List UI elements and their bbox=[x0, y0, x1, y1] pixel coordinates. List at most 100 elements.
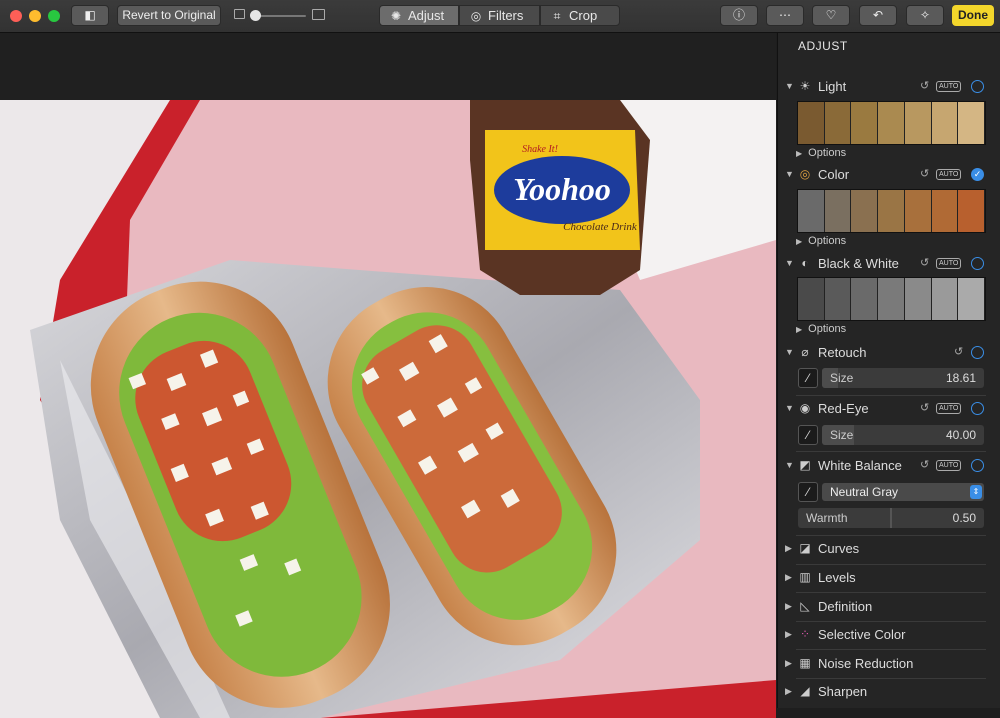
warmth-slider-indicator[interactable] bbox=[890, 508, 892, 528]
disclosure-right-icon[interactable]: ▶ bbox=[785, 629, 792, 640]
section-color-label: Color bbox=[818, 167, 850, 182]
wb-mode-select[interactable]: Neutral Gray ⇕ bbox=[822, 483, 984, 501]
adjust-dial-icon: ✺ bbox=[390, 9, 402, 23]
section-curves-header[interactable]: ▶ ◪ Curves bbox=[778, 539, 1000, 561]
enable-toggle-checked[interactable]: ✓ bbox=[971, 168, 984, 181]
eyedropper-icon: ⁄ bbox=[806, 485, 809, 499]
disclosure-right-icon: ▶ bbox=[796, 237, 803, 246]
redeye-brush-tool[interactable]: ⁄ bbox=[798, 425, 818, 445]
bw-options-toggle[interactable]: ▶ Options bbox=[796, 323, 846, 335]
section-noise-reduction-header[interactable]: ▶ ▦ Noise Reduction bbox=[778, 654, 1000, 676]
section-light-label: Light bbox=[818, 79, 847, 94]
disclosure-right-icon[interactable]: ▶ bbox=[785, 601, 792, 612]
section-selective-color-header[interactable]: ▶ ⁘ Selective Color bbox=[778, 625, 1000, 647]
warmth-value: 0.50 bbox=[952, 511, 976, 525]
redeye-size-slider[interactable]: Size 40.00 bbox=[822, 425, 984, 445]
warmth-slider[interactable]: Warmth 0.50 bbox=[798, 508, 984, 528]
section-definition-label: Definition bbox=[818, 599, 873, 614]
section-light-header[interactable]: ▼ ☀ Light ↺ AUTO bbox=[778, 77, 1000, 99]
size-label: Size bbox=[830, 371, 854, 385]
auto-button[interactable]: AUTO bbox=[936, 460, 962, 471]
reset-icon[interactable]: ↺ bbox=[920, 256, 929, 269]
reset-icon[interactable]: ↺ bbox=[954, 345, 963, 358]
section-redeye-label: Red-Eye bbox=[818, 401, 869, 416]
section-curves-label: Curves bbox=[818, 541, 860, 556]
eyedropper-tool[interactable]: ⁄ bbox=[798, 482, 818, 502]
auto-button[interactable]: AUTO bbox=[936, 258, 962, 269]
revert-to-original-button[interactable]: Revert to Original bbox=[117, 5, 221, 26]
section-levels-header[interactable]: ▶ ▥ Levels bbox=[778, 568, 1000, 590]
light-options-toggle[interactable]: ▶ Options bbox=[796, 147, 846, 159]
disclosure-right-icon[interactable]: ▶ bbox=[785, 658, 792, 669]
disclosure-triangle-icon[interactable]: ▼ bbox=[785, 169, 794, 179]
split-view-button[interactable]: ◧ bbox=[71, 5, 109, 26]
favorite-button[interactable]: ♡ bbox=[812, 5, 850, 26]
enable-toggle[interactable] bbox=[971, 80, 984, 93]
rotate-button[interactable]: ↶ bbox=[859, 5, 897, 26]
levels-histogram-icon: ▥ bbox=[799, 570, 811, 584]
disclosure-triangle-icon[interactable]: ▼ bbox=[785, 347, 794, 357]
retouch-brush-tool[interactable]: ⁄ bbox=[798, 368, 818, 388]
zoom-slider[interactable] bbox=[250, 10, 306, 21]
light-thumbnail-strip[interactable] bbox=[797, 101, 986, 145]
more-options-button[interactable]: ⋯ bbox=[766, 5, 804, 26]
enable-toggle[interactable] bbox=[971, 459, 984, 472]
section-sharpen-header[interactable]: ▶ ◢ Sharpen bbox=[778, 682, 1000, 704]
section-definition-header[interactable]: ▶ ◺ Definition bbox=[778, 597, 1000, 619]
done-button[interactable]: Done bbox=[952, 5, 994, 26]
filters-icon: ◎ bbox=[470, 9, 482, 23]
disclosure-right-icon[interactable]: ▶ bbox=[785, 543, 792, 554]
info-button[interactable]: ⓘ bbox=[720, 5, 758, 26]
info-icon: ⓘ bbox=[732, 8, 745, 22]
crop-icon: ⌗ bbox=[553, 9, 561, 23]
zoom-window-button[interactable] bbox=[48, 10, 60, 22]
enable-toggle[interactable] bbox=[971, 346, 984, 359]
close-window-button[interactable] bbox=[10, 10, 22, 22]
color-options-toggle[interactable]: ▶ Options bbox=[796, 235, 846, 247]
split-view-icon: ◧ bbox=[84, 8, 96, 22]
bw-thumbnail-strip[interactable] bbox=[797, 277, 986, 321]
adjust-sidebar: ADJUST ▼ ☀ Light ↺ AUTO ▶ Options ▼ ◎ Col… bbox=[777, 33, 1000, 708]
disclosure-triangle-icon[interactable]: ▼ bbox=[785, 460, 794, 470]
size-value: 40.00 bbox=[945, 428, 976, 442]
bottle-tagline-text: Shake It! bbox=[522, 144, 558, 155]
section-sharpen-label: Sharpen bbox=[818, 684, 868, 699]
zoom-slider-knob[interactable] bbox=[250, 10, 261, 21]
disclosure-triangle-icon[interactable]: ▼ bbox=[785, 258, 794, 268]
tab-crop[interactable]: ⌗ Crop bbox=[540, 5, 620, 26]
section-retouch-header[interactable]: ▼ ⌀ Retouch ↺ bbox=[778, 343, 1000, 365]
enable-toggle[interactable] bbox=[971, 402, 984, 415]
auto-enhance-button[interactable]: ✧ bbox=[906, 5, 944, 26]
size-label: Size bbox=[830, 428, 854, 442]
auto-button[interactable]: AUTO bbox=[936, 403, 962, 414]
large-image-icon bbox=[312, 9, 325, 20]
brush-icon: ⁄ bbox=[806, 428, 809, 442]
tab-filters[interactable]: ◎ Filters bbox=[459, 5, 540, 26]
minimize-window-button[interactable] bbox=[29, 10, 41, 22]
auto-button[interactable]: AUTO bbox=[936, 81, 962, 92]
sidebar-title: ADJUST bbox=[798, 39, 848, 53]
section-levels-label: Levels bbox=[818, 570, 856, 585]
section-redeye-header[interactable]: ▼ ◉ Red-Eye ↺ AUTO bbox=[778, 399, 1000, 421]
photo[interactable]: Yoohoo Shake It! Chocolate Drink bbox=[0, 100, 776, 718]
color-thumbnail-strip[interactable] bbox=[797, 189, 986, 233]
reset-icon[interactable]: ↺ bbox=[920, 401, 929, 414]
retouch-size-slider[interactable]: Size 18.61 bbox=[822, 368, 984, 388]
bottle-subtitle-text: Chocolate Drink bbox=[563, 221, 638, 233]
bandage-icon: ⌀ bbox=[801, 345, 809, 359]
reset-icon[interactable]: ↺ bbox=[920, 458, 929, 471]
enable-toggle[interactable] bbox=[971, 257, 984, 270]
tab-adjust[interactable]: ✺ Adjust bbox=[379, 5, 459, 26]
section-wb-header[interactable]: ▼ ◩ White Balance ↺ AUTO bbox=[778, 456, 1000, 478]
section-wb-label: White Balance bbox=[818, 458, 902, 473]
section-color-header[interactable]: ▼ ◎ Color ↺ AUTO ✓ bbox=[778, 165, 1000, 187]
disclosure-right-icon[interactable]: ▶ bbox=[785, 686, 792, 697]
reset-icon[interactable]: ↺ bbox=[920, 79, 929, 92]
reset-icon[interactable]: ↺ bbox=[920, 167, 929, 180]
section-bw-header[interactable]: ▼ ◐ Black & White ↺ AUTO bbox=[778, 254, 1000, 276]
auto-button[interactable]: AUTO bbox=[936, 169, 962, 180]
disclosure-triangle-icon[interactable]: ▼ bbox=[785, 403, 794, 413]
disclosure-right-icon[interactable]: ▶ bbox=[785, 572, 792, 583]
magic-wand-icon: ✧ bbox=[919, 8, 931, 22]
disclosure-triangle-icon[interactable]: ▼ bbox=[785, 81, 794, 91]
